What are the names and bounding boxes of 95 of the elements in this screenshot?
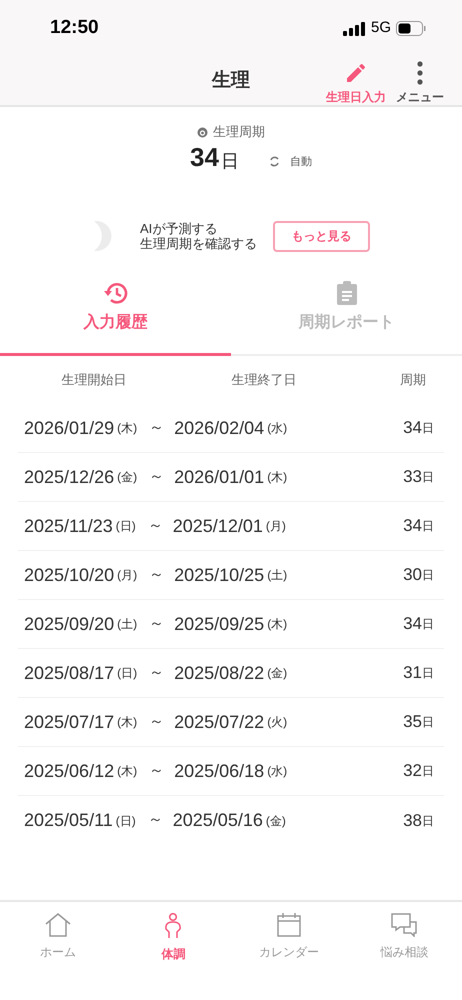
weekday-label: (木) bbox=[117, 420, 138, 437]
range-separator: ～ bbox=[149, 760, 164, 781]
column-header: 生理終了日 bbox=[230, 371, 298, 390]
range-separator: ～ bbox=[149, 614, 164, 634]
column-header: 周期 bbox=[399, 371, 427, 390]
network-label: 5G bbox=[370, 18, 391, 38]
days-unit: 日 bbox=[422, 567, 434, 584]
cycle-days: 34 bbox=[403, 415, 422, 441]
pencil-icon bbox=[344, 61, 368, 85]
cycle-label: 生理周期 bbox=[213, 123, 265, 141]
mode-label: 自動 bbox=[290, 156, 312, 168]
status-time: 12:50 bbox=[50, 16, 99, 40]
end-date: 2026/01/01 bbox=[174, 466, 264, 488]
weekday-label: (金) bbox=[267, 665, 288, 682]
cycle-unit: 日 bbox=[220, 152, 239, 170]
chat-icon bbox=[391, 913, 418, 937]
weekday-label: (金) bbox=[117, 469, 138, 486]
range-separator: ～ bbox=[148, 516, 163, 536]
days-unit: 日 bbox=[422, 518, 434, 535]
weekday-label: (金) bbox=[266, 812, 286, 830]
end-date: 2025/07/22 bbox=[174, 710, 264, 734]
start-date: 2025/10/20 bbox=[24, 564, 114, 586]
end-date: 2025/09/25 bbox=[174, 612, 264, 636]
battery-icon bbox=[396, 21, 426, 36]
cycle-days: 34 bbox=[403, 611, 422, 637]
days-unit: 日 bbox=[422, 469, 434, 486]
start-date: 2025/11/23 bbox=[24, 514, 113, 538]
tab[interactable]: 周期レポート bbox=[231, 269, 462, 354]
nav-tab[interactable]: ホーム bbox=[0, 902, 116, 1000]
weekday-label: (月) bbox=[117, 567, 138, 584]
nav-tab[interactable]: 悩み相談 bbox=[346, 902, 462, 1000]
header-action-button[interactable]: メニュー bbox=[396, 61, 444, 106]
cycle-days: 32 bbox=[403, 758, 422, 784]
cycle-days: 30 bbox=[403, 562, 422, 588]
weekday-label: (月) bbox=[266, 518, 286, 535]
start-date: 2025/07/17 bbox=[24, 710, 114, 734]
refresh-icon bbox=[268, 156, 280, 166]
range-separator: ～ bbox=[149, 712, 164, 732]
calendar-icon bbox=[276, 913, 301, 937]
nav-tab[interactable]: カレンダー bbox=[231, 902, 346, 1000]
start-date: 2025/08/17 bbox=[24, 662, 114, 684]
signal-icon bbox=[342, 22, 366, 36]
cycle-days: 35 bbox=[403, 709, 422, 735]
range-separator: ～ bbox=[148, 810, 163, 830]
history-icon bbox=[102, 281, 128, 305]
cycle-value: 34 bbox=[190, 144, 219, 170]
weekday-label: (日) bbox=[116, 812, 136, 830]
weekday-label: (木) bbox=[267, 469, 288, 486]
end-date: 2026/02/04 bbox=[174, 416, 264, 440]
range-separator: ～ bbox=[149, 564, 164, 585]
weekday-label: (日) bbox=[117, 665, 138, 682]
see-more-button[interactable]: もっと見る bbox=[273, 220, 370, 252]
end-date: 2025/05/16 bbox=[172, 809, 263, 832]
tab[interactable]: 入力履歴 bbox=[0, 269, 231, 356]
start-date: 2025/09/20 bbox=[24, 612, 114, 636]
header-action-button[interactable]: 生理日入力 bbox=[326, 61, 386, 106]
page-title: 生理 bbox=[212, 68, 250, 93]
weekday-label: (木) bbox=[117, 763, 138, 780]
days-unit: 日 bbox=[422, 420, 434, 437]
home-icon bbox=[44, 913, 71, 937]
weekday-label: (水) bbox=[267, 763, 288, 780]
clipboard-icon bbox=[336, 281, 356, 305]
cycle-days: 33 bbox=[403, 464, 422, 490]
nav-tab[interactable]: 体調 bbox=[116, 902, 231, 1000]
weekday-label: (木) bbox=[117, 714, 138, 731]
cycle-days: 34 bbox=[403, 513, 422, 539]
end-date: 2025/08/22 bbox=[174, 662, 264, 684]
start-date: 2026/01/29 bbox=[24, 416, 114, 440]
weekday-label: (火) bbox=[267, 714, 288, 731]
weekday-label: (土) bbox=[267, 567, 288, 584]
days-unit: 日 bbox=[422, 812, 434, 830]
ai-caption: AIが予測する bbox=[140, 221, 218, 236]
column-header: 生理開始日 bbox=[60, 371, 128, 390]
cycle-days: 31 bbox=[403, 660, 422, 686]
weekday-label: (日) bbox=[116, 518, 136, 535]
end-date: 2025/12/01 bbox=[172, 514, 263, 538]
weekday-label: (木) bbox=[267, 616, 288, 633]
end-date: 2025/06/18 bbox=[174, 760, 264, 782]
days-unit: 日 bbox=[422, 714, 434, 731]
person-icon bbox=[164, 913, 182, 939]
end-date: 2025/10/25 bbox=[174, 564, 264, 586]
days-unit: 日 bbox=[422, 616, 434, 633]
cycle-days: 38 bbox=[403, 808, 422, 834]
ai-caption: 生理周期を確認する bbox=[140, 236, 257, 251]
range-separator: ～ bbox=[149, 662, 164, 683]
range-separator: ～ bbox=[149, 466, 164, 487]
start-date: 2025/06/12 bbox=[24, 760, 114, 782]
start-date: 2025/12/26 bbox=[24, 466, 114, 488]
days-unit: 日 bbox=[422, 763, 434, 780]
weekday-label: (土) bbox=[117, 616, 138, 633]
weekday-label: (水) bbox=[267, 420, 288, 437]
days-unit: 日 bbox=[422, 665, 434, 682]
start-date: 2025/05/11 bbox=[24, 809, 113, 832]
range-separator: ～ bbox=[149, 418, 164, 438]
more-icon bbox=[417, 61, 423, 85]
